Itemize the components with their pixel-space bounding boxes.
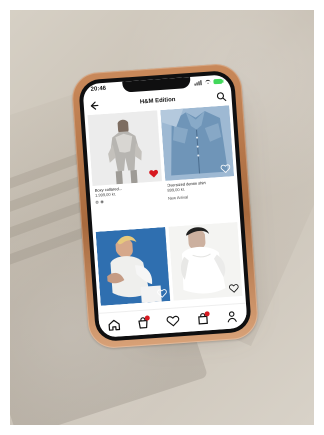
product-image-denim-shirt[interactable]: [159, 105, 235, 181]
smartphone: 20:46 H&M Edition Boxy collared... 1.999…: [70, 62, 260, 350]
heart-outline-icon: [156, 288, 167, 298]
heart-icon: [148, 169, 158, 178]
status-time: 20:46: [90, 85, 107, 93]
battery-icon: [213, 78, 223, 85]
product-image-suit[interactable]: [87, 110, 162, 187]
favorite-button[interactable]: [148, 168, 159, 179]
signal-icon: [194, 80, 202, 86]
bag-button[interactable]: [194, 310, 211, 327]
heart-icon: [166, 315, 180, 327]
heart-outline-icon: [228, 283, 239, 293]
product-card[interactable]: Boxy collared... 1.999,00 kr.: [87, 110, 164, 227]
favorites-button[interactable]: [164, 312, 181, 329]
notification-badge: [204, 311, 210, 317]
profile-icon: [227, 311, 237, 323]
search-icon: [216, 92, 227, 102]
new-arrival-label: New Arrival: [167, 194, 189, 201]
status-icons: [194, 78, 223, 86]
favorite-button[interactable]: [228, 283, 240, 294]
product-image-model-white[interactable]: [167, 221, 243, 301]
color-swatch-white[interactable]: [95, 200, 99, 204]
phone-bezel: 20:46 H&M Edition Boxy collared... 1.999…: [78, 69, 252, 343]
search-button[interactable]: [215, 90, 228, 103]
page-title: H&M Edition: [139, 96, 176, 105]
product-card[interactable]: Oversized denim shirt 899,00 kr. New Arr…: [159, 105, 237, 222]
product-grid: Boxy collared... 1.999,00 kr. Oversized …: [87, 105, 243, 326]
back-arrow-icon: [90, 101, 99, 110]
favorite-button[interactable]: [156, 288, 167, 299]
tabletop-photo: 20:46 H&M Edition Boxy collared... 1.999…: [10, 10, 314, 425]
back-button[interactable]: [87, 99, 100, 112]
favorite-button[interactable]: [220, 163, 231, 174]
profile-button[interactable]: [224, 308, 241, 325]
color-swatches: [95, 196, 161, 204]
wifi-icon: [204, 79, 211, 84]
app-screen: 20:46 H&M Edition Boxy collared... 1.999…: [82, 74, 248, 338]
home-icon: [108, 319, 120, 331]
home-button[interactable]: [105, 316, 122, 333]
product-image-model-blue[interactable]: [95, 226, 171, 306]
heart-outline-icon: [220, 164, 231, 174]
shopping-bag-button[interactable]: [135, 314, 152, 331]
color-swatch-black[interactable]: [100, 200, 104, 204]
